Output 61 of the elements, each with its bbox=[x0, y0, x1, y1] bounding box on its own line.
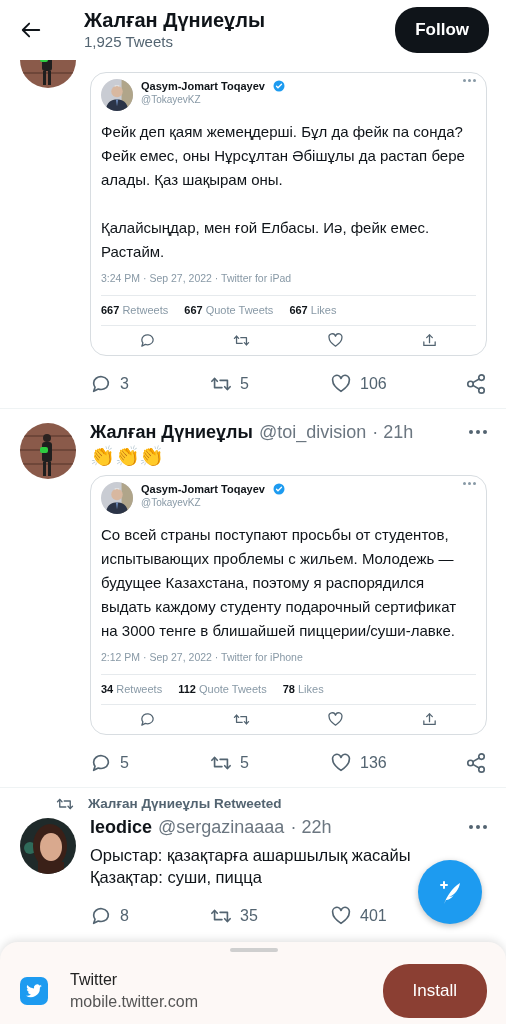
reply-count: 3 bbox=[120, 374, 129, 394]
follow-button[interactable]: Follow bbox=[395, 7, 489, 53]
share-icon[interactable] bbox=[420, 711, 438, 728]
tweet-text: Орыстар: қазақтарға ашаршылық жасайы bbox=[90, 845, 411, 867]
author-name: leodice bbox=[90, 816, 153, 839]
author-handle: @sergazinaaaa bbox=[158, 816, 285, 839]
reply-count: 5 bbox=[120, 753, 129, 773]
heart-icon[interactable] bbox=[326, 711, 344, 728]
reply-icon[interactable] bbox=[90, 373, 112, 395]
retweet-count: 35 bbox=[240, 906, 258, 927]
tweet-text: Қазақтар: суши, пицца bbox=[90, 867, 262, 889]
tweet-stat: 34 Retweets bbox=[101, 683, 163, 696]
tweet-stat: 667 Quote Tweets bbox=[184, 304, 274, 317]
profile-name: Жалған Дүниеұлы bbox=[84, 8, 266, 32]
install-button[interactable]: Install bbox=[382, 964, 487, 1018]
share-icon[interactable] bbox=[465, 752, 487, 774]
heart-icon[interactable] bbox=[326, 332, 344, 349]
tweet-stat: 78 Likes bbox=[282, 683, 324, 696]
author-name: Жалған Дүниеұлы bbox=[90, 421, 253, 443]
drag-handle[interactable] bbox=[229, 948, 278, 952]
tweet-text: Со всей страны поступают просьбы от студентов, испытывающих проблемы с жильем. Молодежь — будущее Казахстана, поэтому я распорядился выдать каждому студенту подарочный сертификат на 3000 тенге в блишайшей пиццерии/суши-лавке. bbox=[101, 525, 458, 641]
tweet-text: Фейк деп қаям жемеңдерші. Бұл да фейк па сонда? Фейк емес, оны Нұрсұлтан Әбішұлы да растап бере алады. Қаз шақырам оны. bbox=[101, 122, 466, 190]
more-icon[interactable] bbox=[463, 79, 476, 82]
tweet-stat: 667 Retweets bbox=[101, 304, 169, 317]
share-icon[interactable] bbox=[465, 373, 487, 395]
author-handle: @TokayevKZ bbox=[141, 496, 202, 509]
author-name: Qasym-Jomart Toqayev bbox=[141, 79, 265, 93]
heart-icon[interactable] bbox=[330, 373, 352, 395]
more-icon[interactable] bbox=[469, 825, 487, 830]
tweet-stat: 667 Likes bbox=[289, 304, 337, 317]
tweet-text: Қалайсыңдар, мен ғой Елбасы. Иә, фейк емес. Растайм. bbox=[101, 218, 431, 262]
author-handle: @TokayevKZ bbox=[141, 93, 202, 106]
reply-icon[interactable] bbox=[139, 332, 157, 349]
retweet-count: 5 bbox=[240, 753, 249, 773]
tweet-timestamp: 3:24 PM · Sep 27, 2022 · Twitter for iPad bbox=[101, 272, 476, 296]
like-count: 136 bbox=[360, 753, 387, 773]
app-url: mobile.twitter.com bbox=[70, 991, 200, 1012]
quoted-tweet[interactable] bbox=[90, 475, 487, 735]
reply-icon[interactable] bbox=[90, 752, 112, 774]
author-name: Qasym-Jomart Toqayev bbox=[141, 482, 265, 496]
app-logo-icon bbox=[20, 976, 48, 1005]
app-name: Twitter bbox=[70, 969, 119, 990]
tweet-count: 1,925 Tweets bbox=[84, 32, 174, 52]
like-count: 106 bbox=[360, 374, 387, 394]
tweet-time: · 22h bbox=[290, 816, 332, 839]
compose-button[interactable] bbox=[418, 860, 482, 924]
like-count: 401 bbox=[360, 906, 387, 927]
reply-icon[interactable] bbox=[139, 711, 157, 728]
more-icon[interactable] bbox=[469, 430, 487, 434]
share-icon[interactable] bbox=[420, 332, 438, 349]
tweet-timestamp: 2:12 PM · Sep 27, 2022 · Twitter for iPhone bbox=[101, 651, 476, 675]
author-handle: @toi_division bbox=[258, 421, 367, 443]
more-icon[interactable] bbox=[463, 482, 476, 485]
tweet-time: · 21h bbox=[372, 421, 414, 443]
retweet-count: 5 bbox=[240, 374, 249, 394]
quoted-tweet[interactable] bbox=[90, 72, 487, 356]
reply-count: 8 bbox=[120, 906, 129, 927]
tweet-stat: 112 Quote Tweets bbox=[178, 683, 267, 696]
retweeted-label: Жалған Дүниеұлы Retweeted bbox=[88, 795, 282, 813]
tweet-text: 👏👏👏 bbox=[90, 445, 166, 467]
heart-icon[interactable] bbox=[330, 752, 352, 774]
